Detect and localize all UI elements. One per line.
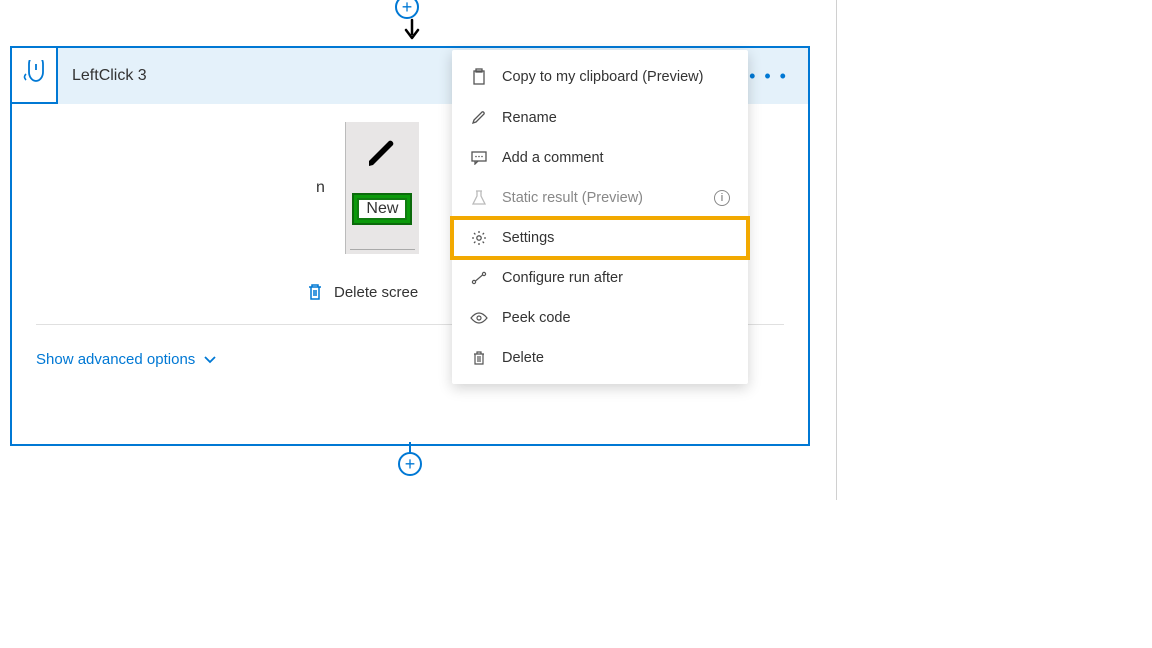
arrow-down-icon: [402, 18, 422, 42]
menu-peek-code[interactable]: Peek code: [452, 298, 748, 338]
field-label: n: [316, 179, 325, 197]
advanced-label: Show advanced options: [36, 351, 195, 368]
menu-copy-to-clipboard[interactable]: Copy to my clipboard (Preview): [452, 56, 748, 98]
plus-icon: +: [395, 0, 419, 19]
menu-label: Rename: [502, 110, 557, 126]
menu-delete[interactable]: Delete: [452, 338, 748, 378]
add-step-bottom[interactable]: +: [398, 452, 422, 476]
mouse-click-icon: [12, 48, 58, 104]
panel-right-divider: [836, 0, 837, 500]
trash-icon: [470, 350, 488, 366]
delete-screenshot-label: Delete scree: [334, 284, 418, 301]
menu-static-result: Static result (Preview) i: [452, 178, 748, 218]
pencil-edit-icon: [470, 110, 488, 126]
menu-label: Add a comment: [502, 150, 604, 166]
menu-label: Static result (Preview): [502, 190, 643, 206]
eye-icon: [470, 312, 488, 324]
menu-label: Settings: [502, 230, 554, 246]
menu-label: Copy to my clipboard (Preview): [502, 69, 703, 85]
branch-icon: [470, 271, 488, 285]
context-menu: Copy to my clipboard (Preview) Rename Ad…: [452, 50, 748, 384]
menu-rename[interactable]: Rename: [452, 98, 748, 138]
menu-label: Delete: [502, 350, 544, 366]
plus-icon: +: [398, 452, 422, 476]
gear-icon: [470, 230, 488, 246]
trash-icon: [306, 282, 324, 302]
info-icon[interactable]: i: [714, 190, 730, 206]
menu-settings[interactable]: Settings: [452, 218, 748, 258]
pencil-icon: [361, 132, 403, 174]
chevron-down-icon: [203, 355, 217, 365]
new-badge: New: [354, 195, 410, 223]
menu-label: Configure run after: [502, 270, 623, 286]
menu-label: Peek code: [502, 310, 571, 326]
flask-icon: [470, 190, 488, 206]
menu-configure-run-after[interactable]: Configure run after: [452, 258, 748, 298]
menu-add-comment[interactable]: Add a comment: [452, 138, 748, 178]
clipboard-icon: [470, 68, 488, 86]
comment-icon: [470, 151, 488, 165]
screenshot-thumbnail[interactable]: New: [345, 122, 419, 254]
